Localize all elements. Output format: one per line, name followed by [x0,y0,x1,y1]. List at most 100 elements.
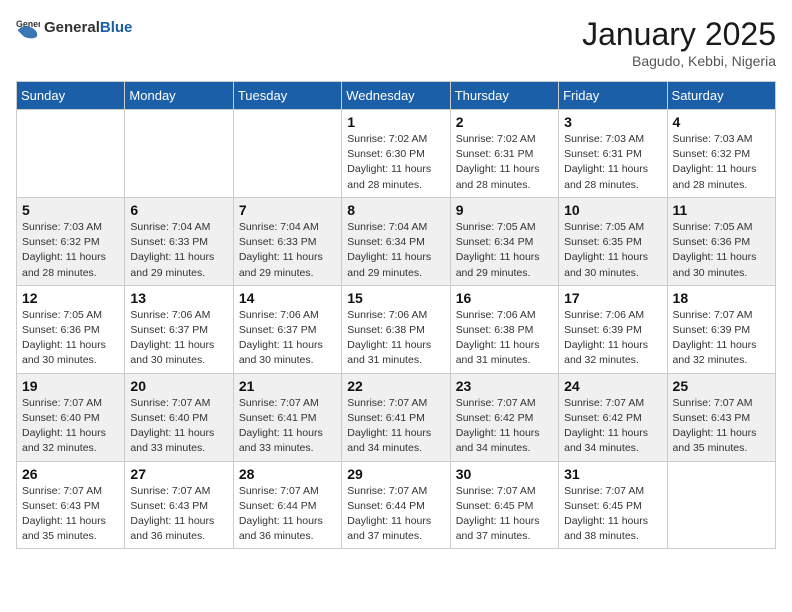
calendar-cell: 11 Sunrise: 7:05 AM Sunset: 6:36 PM Dayli… [667,197,775,285]
day-header-wednesday: Wednesday [342,82,450,110]
calendar-cell: 14 Sunrise: 7:06 AM Sunset: 6:37 PM Dayli… [233,285,341,373]
calendar-cell: 21 Sunrise: 7:07 AM Sunset: 6:41 PM Dayli… [233,373,341,461]
day-number: 9 [456,202,553,218]
day-number: 18 [673,290,770,306]
calendar-cell: 2Sunrise: 7:02 AM Sunset: 6:31 PM Daylig… [450,110,558,198]
cell-info: Sunrise: 7:06 AM Sunset: 6:39 PM Dayligh… [564,308,661,369]
day-number: 4 [673,114,770,130]
calendar-cell: 25Sunrise: 7:07 AM Sunset: 6:43 PM Dayli… [667,373,775,461]
cell-info: Sunrise: 7:06 AM Sunset: 6:38 PM Dayligh… [456,308,553,369]
calendar-cell: 27 Sunrise: 7:07 AM Sunset: 6:43 PM Dayli… [125,461,233,549]
cell-info: Sunrise: 7:07 AM Sunset: 6:39 PM Dayligh… [673,308,770,369]
calendar-cell [667,461,775,549]
calendar-cell: 22 Sunrise: 7:07 AM Sunset: 6:41 PM Dayli… [342,373,450,461]
cell-info: Sunrise: 7:03 AM Sunset: 6:32 PM Dayligh… [673,132,770,193]
day-number: 22 [347,378,444,394]
calendar-week-row: 5Sunrise: 7:03 AM Sunset: 6:32 PM Daylig… [17,197,776,285]
calendar-week-row: 19 Sunrise: 7:07 AM Sunset: 6:40 PM Dayli… [17,373,776,461]
day-number: 31 [564,466,661,482]
calendar-header-row: SundayMondayTuesdayWednesdayThursdayFrid… [17,82,776,110]
cell-info: Sunrise: 7:07 AM Sunset: 6:41 PM Dayligh… [347,396,444,457]
logo-text: GeneralBlue [44,19,132,37]
day-number: 28 [239,466,336,482]
cell-info: Sunrise: 7:07 AM Sunset: 6:40 PM Dayligh… [130,396,227,457]
calendar-cell: 19Sunrise: 7:07 AM Sunset: 6:40 PM Dayli… [17,373,125,461]
cell-info: Sunrise: 7:02 AM Sunset: 6:30 PM Dayligh… [347,132,444,193]
day-number: 24 [564,378,661,394]
day-number: 2 [456,114,553,130]
day-number: 26 [22,466,119,482]
day-number: 5 [22,202,119,218]
calendar-cell: 13 Sunrise: 7:06 AM Sunset: 6:37 PM Dayli… [125,285,233,373]
location: Bagudo, Kebbi, Nigeria [582,53,776,69]
cell-info: Sunrise: 7:05 AM Sunset: 6:34 PM Dayligh… [456,220,553,281]
calendar-cell: 20 Sunrise: 7:07 AM Sunset: 6:40 PM Dayli… [125,373,233,461]
day-header-sunday: Sunday [17,82,125,110]
calendar-cell: 1Sunrise: 7:02 AM Sunset: 6:30 PM Daylig… [342,110,450,198]
cell-info: Sunrise: 7:07 AM Sunset: 6:44 PM Dayligh… [239,484,336,545]
cell-info: Sunrise: 7:05 AM Sunset: 6:35 PM Dayligh… [564,220,661,281]
day-header-thursday: Thursday [450,82,558,110]
calendar-cell: 28 Sunrise: 7:07 AM Sunset: 6:44 PM Dayli… [233,461,341,549]
day-header-monday: Monday [125,82,233,110]
calendar-week-row: 26 Sunrise: 7:07 AM Sunset: 6:43 PM Dayli… [17,461,776,549]
day-number: 20 [130,378,227,394]
cell-info: Sunrise: 7:07 AM Sunset: 6:43 PM Dayligh… [22,484,119,545]
cell-info: Sunrise: 7:07 AM Sunset: 6:45 PM Dayligh… [564,484,661,545]
day-number: 23 [456,378,553,394]
cell-info: Sunrise: 7:07 AM Sunset: 6:45 PM Dayligh… [456,484,553,545]
cell-info: Sunrise: 7:07 AM Sunset: 6:43 PM Dayligh… [130,484,227,545]
cell-info: Sunrise: 7:06 AM Sunset: 6:38 PM Dayligh… [347,308,444,369]
calendar-cell: 3 Sunrise: 7:03 AM Sunset: 6:31 PM Daylig… [559,110,667,198]
cell-info: Sunrise: 7:04 AM Sunset: 6:33 PM Dayligh… [239,220,336,281]
calendar-cell: 9 Sunrise: 7:05 AM Sunset: 6:34 PM Daylig… [450,197,558,285]
day-number: 15 [347,290,444,306]
day-number: 3 [564,114,661,130]
calendar-cell: 16Sunrise: 7:06 AM Sunset: 6:38 PM Dayli… [450,285,558,373]
cell-info: Sunrise: 7:04 AM Sunset: 6:34 PM Dayligh… [347,220,444,281]
month-title: January 2025 [582,16,776,53]
calendar-cell: 7 Sunrise: 7:04 AM Sunset: 6:33 PM Daylig… [233,197,341,285]
cell-info: Sunrise: 7:05 AM Sunset: 6:36 PM Dayligh… [22,308,119,369]
cell-info: Sunrise: 7:05 AM Sunset: 6:36 PM Dayligh… [673,220,770,281]
calendar-cell: 26 Sunrise: 7:07 AM Sunset: 6:43 PM Dayli… [17,461,125,549]
day-header-saturday: Saturday [667,82,775,110]
day-number: 30 [456,466,553,482]
day-number: 13 [130,290,227,306]
day-number: 6 [130,202,227,218]
calendar-cell: 31 Sunrise: 7:07 AM Sunset: 6:45 PM Dayli… [559,461,667,549]
cell-info: Sunrise: 7:06 AM Sunset: 6:37 PM Dayligh… [239,308,336,369]
day-number: 27 [130,466,227,482]
logo: General GeneralBlue [16,16,132,40]
calendar-cell: 12 Sunrise: 7:05 AM Sunset: 6:36 PM Dayli… [17,285,125,373]
day-number: 19 [22,378,119,394]
title-block: January 2025 Bagudo, Kebbi, Nigeria [582,16,776,69]
calendar-cell: 5Sunrise: 7:03 AM Sunset: 6:32 PM Daylig… [17,197,125,285]
cell-info: Sunrise: 7:07 AM Sunset: 6:42 PM Dayligh… [456,396,553,457]
day-number: 17 [564,290,661,306]
cell-info: Sunrise: 7:07 AM Sunset: 6:41 PM Dayligh… [239,396,336,457]
calendar-week-row: 12 Sunrise: 7:05 AM Sunset: 6:36 PM Dayli… [17,285,776,373]
day-header-tuesday: Tuesday [233,82,341,110]
calendar-cell: 15 Sunrise: 7:06 AM Sunset: 6:38 PM Dayli… [342,285,450,373]
day-number: 21 [239,378,336,394]
day-number: 11 [673,202,770,218]
calendar-cell: 30 Sunrise: 7:07 AM Sunset: 6:45 PM Dayli… [450,461,558,549]
day-number: 12 [22,290,119,306]
calendar-cell: 6Sunrise: 7:04 AM Sunset: 6:33 PM Daylig… [125,197,233,285]
day-number: 29 [347,466,444,482]
cell-info: Sunrise: 7:06 AM Sunset: 6:37 PM Dayligh… [130,308,227,369]
cell-info: Sunrise: 7:03 AM Sunset: 6:31 PM Dayligh… [564,132,661,193]
day-number: 8 [347,202,444,218]
cell-info: Sunrise: 7:07 AM Sunset: 6:44 PM Dayligh… [347,484,444,545]
calendar-cell: 4 Sunrise: 7:03 AM Sunset: 6:32 PM Daylig… [667,110,775,198]
day-number: 14 [239,290,336,306]
day-number: 10 [564,202,661,218]
page-header: General GeneralBlue January 2025 Bagudo,… [16,16,776,69]
day-number: 7 [239,202,336,218]
calendar-cell: 29 Sunrise: 7:07 AM Sunset: 6:44 PM Dayli… [342,461,450,549]
calendar-cell [233,110,341,198]
calendar-cell: 17 Sunrise: 7:06 AM Sunset: 6:39 PM Dayli… [559,285,667,373]
day-number: 25 [673,378,770,394]
day-header-friday: Friday [559,82,667,110]
